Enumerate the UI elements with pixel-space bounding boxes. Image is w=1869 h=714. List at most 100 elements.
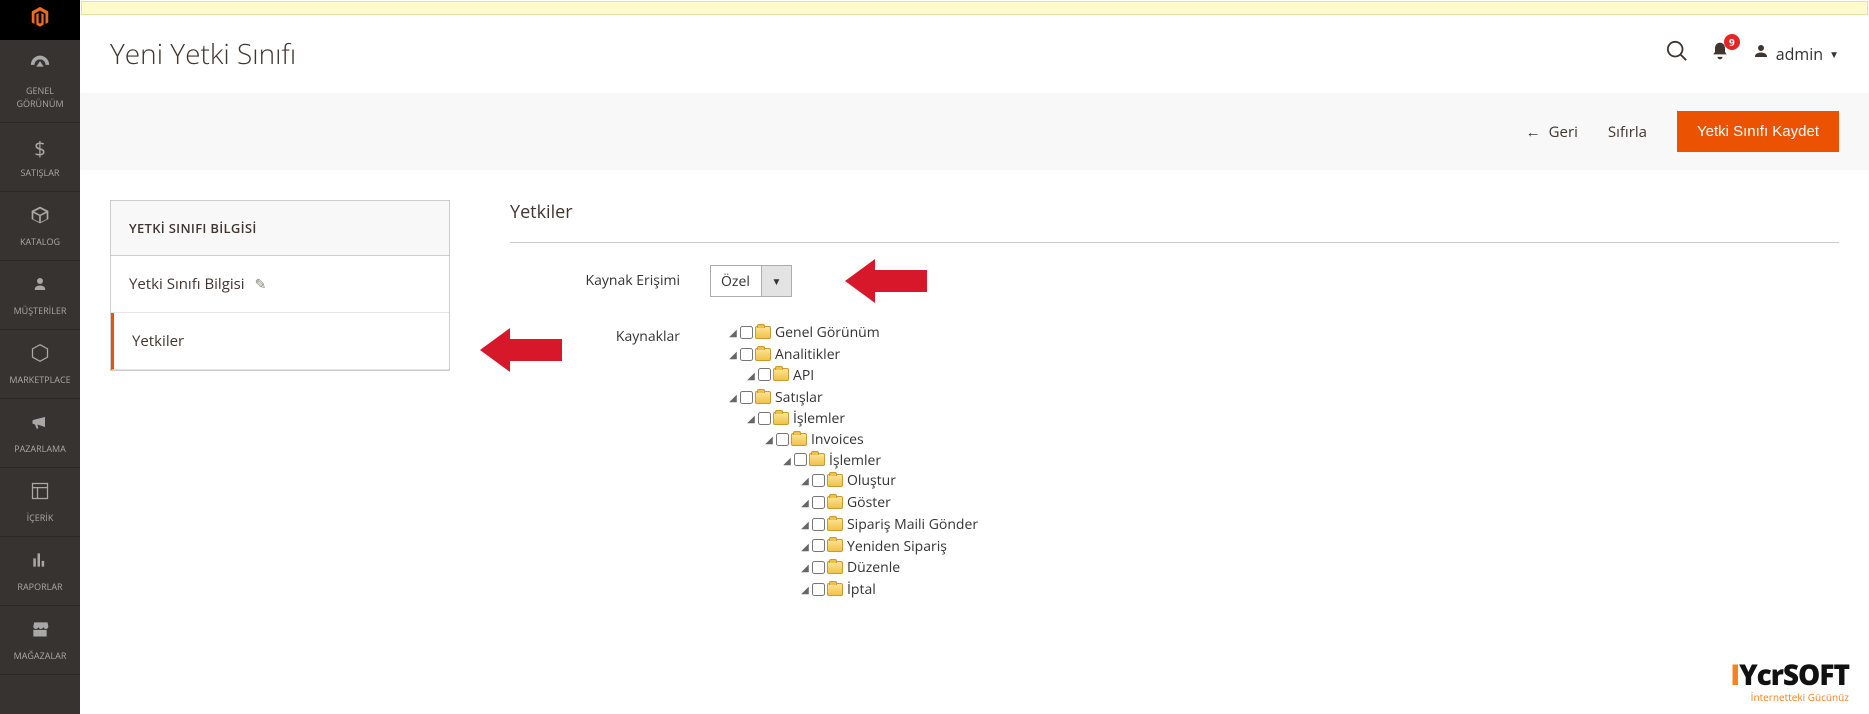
tree-checkbox[interactable] xyxy=(794,453,807,466)
tree-node[interactable]: ◢Oluştur xyxy=(800,469,1839,491)
nav-catalog[interactable]: KATALOG xyxy=(0,192,80,261)
tree-node[interactable]: ◢API xyxy=(746,364,1839,386)
tree-node[interactable]: ◢Sipariş Maili Gönder xyxy=(800,513,1839,535)
folder-icon xyxy=(827,583,843,596)
tree-node[interactable]: ◢Satışlar ◢İşlemler ◢Invoices ◢İşlemler xyxy=(728,386,1839,604)
magento-logo[interactable] xyxy=(0,0,80,40)
box-icon xyxy=(4,204,76,231)
tree-checkbox[interactable] xyxy=(758,412,771,425)
admin-sidebar: GENEL GÖRÜNÜM $ SATIŞLAR KATALOG MÜŞTERİ… xyxy=(0,0,80,714)
hexagon-icon xyxy=(4,342,76,369)
back-label: Geri xyxy=(1549,122,1578,142)
tree-node[interactable]: ◢İşlemler ◢Oluştur ◢Göster ◢Sipariş Mail… xyxy=(782,449,1839,601)
notification-badge: 9 xyxy=(1724,34,1740,50)
nav-label: MAĞAZALAR xyxy=(14,649,67,662)
tab-role-info[interactable]: Yetki Sınıfı Bilgisi ✎ xyxy=(111,256,449,313)
store-icon xyxy=(4,618,76,645)
page-action-bar: ← Geri Sıfırla Yetki Sınıfı Kaydet xyxy=(80,93,1869,170)
role-tabs-panel: YETKİ SINIFI BİLGİSİ Yetki Sınıfı Bilgis… xyxy=(110,200,450,371)
folder-icon xyxy=(827,474,843,487)
divider xyxy=(510,242,1839,243)
tree-node[interactable]: ◢Düzenle xyxy=(800,556,1839,578)
folder-icon xyxy=(773,368,789,381)
nav-reports[interactable]: RAPORLAR xyxy=(0,537,80,606)
folder-icon xyxy=(755,348,771,361)
tree-checkbox[interactable] xyxy=(812,496,825,509)
role-resources-form: Yetkiler Kaynak Erişimi Özel ▼ Kaynaklar xyxy=(510,200,1839,628)
nav-label: RAPORLAR xyxy=(17,580,62,593)
tree-node[interactable]: ◢Invoices ◢İşlemler ◢Oluştur ◢Göster xyxy=(764,428,1839,602)
tab-label: Yetki Sınıfı Bilgisi xyxy=(129,274,245,294)
tab-role-resources[interactable]: Yetkiler xyxy=(111,313,449,370)
chart-icon xyxy=(4,549,76,576)
tree-checkbox[interactable] xyxy=(758,368,771,381)
nav-label: PAZARLAMA xyxy=(14,442,66,455)
tree-checkbox[interactable] xyxy=(812,539,825,552)
resource-access-select[interactable]: Özel ▼ xyxy=(710,265,792,297)
select-value: Özel xyxy=(711,266,761,296)
nav-label: SATIŞLAR xyxy=(21,166,60,179)
folder-icon xyxy=(827,496,843,509)
megaphone-icon xyxy=(4,411,76,438)
nav-stores[interactable]: MAĞAZALAR xyxy=(0,606,80,675)
tree-node[interactable]: ◢Genel Görünüm xyxy=(728,321,1839,343)
tree-node[interactable]: ◢İptal xyxy=(800,578,1839,600)
magento-logo-icon xyxy=(29,6,51,34)
folder-icon xyxy=(755,391,771,404)
nav-label: KATALOG xyxy=(20,235,60,248)
tree-node[interactable]: ◢Yeniden Sipariş xyxy=(800,535,1839,557)
admin-username: admin xyxy=(1776,43,1823,65)
tree-checkbox[interactable] xyxy=(812,561,825,574)
vendor-logo: IYcrSOFT İnternetteki Gücünüz xyxy=(1730,656,1849,704)
nav-dashboard[interactable]: GENEL GÖRÜNÜM xyxy=(0,40,80,123)
user-icon xyxy=(1752,42,1770,66)
tree-checkbox[interactable] xyxy=(776,433,789,446)
tree-checkbox[interactable] xyxy=(812,518,825,531)
nav-sales[interactable]: $ SATIŞLAR xyxy=(0,123,80,192)
tree-checkbox[interactable] xyxy=(812,583,825,596)
nav-label: MARKETPLACE xyxy=(9,373,70,386)
nav-label: GENEL GÖRÜNÜM xyxy=(16,84,63,110)
tree-checkbox[interactable] xyxy=(812,474,825,487)
tree-node[interactable]: ◢İşlemler ◢Invoices ◢İşlemler ◢Oluştur xyxy=(746,407,1839,603)
save-button[interactable]: Yetki Sınıfı Kaydet xyxy=(1677,111,1839,152)
nav-marketing[interactable]: PAZARLAMA xyxy=(0,399,80,468)
nav-content[interactable]: İÇERİK xyxy=(0,468,80,537)
nav-label: MÜŞTERİLER xyxy=(14,304,67,317)
folder-icon xyxy=(809,453,825,466)
dollar-icon: $ xyxy=(4,135,76,162)
caret-down-icon: ▼ xyxy=(761,266,791,296)
tree-checkbox[interactable] xyxy=(740,326,753,339)
folder-icon xyxy=(791,433,807,446)
tree-node[interactable]: ◢Göster xyxy=(800,491,1839,513)
nav-label: İÇERİK xyxy=(27,511,54,524)
tree-node[interactable]: ◢Analitikler ◢API xyxy=(728,343,1839,387)
notifications-icon[interactable]: 9 xyxy=(1710,40,1730,68)
resource-access-label: Kaynak Erişimi xyxy=(510,265,710,290)
tabs-section-title: YETKİ SINIFI BİLGİSİ xyxy=(111,201,449,256)
folder-icon xyxy=(827,518,843,531)
page-title: Yeni Yetki Sınıfı xyxy=(110,35,296,73)
tab-label: Yetkiler xyxy=(132,331,184,351)
resources-label: Kaynaklar xyxy=(510,321,710,346)
admin-account-dropdown[interactable]: admin ▼ xyxy=(1752,42,1839,66)
reset-button[interactable]: Sıfırla xyxy=(1608,122,1647,142)
form-section-title: Yetkiler xyxy=(510,200,1839,224)
folder-icon xyxy=(827,539,843,552)
header-actions: 9 admin ▼ xyxy=(1666,40,1839,68)
tree-checkbox[interactable] xyxy=(740,391,753,404)
tree-checkbox[interactable] xyxy=(740,348,753,361)
folder-icon xyxy=(755,326,771,339)
layout-icon xyxy=(4,480,76,507)
back-button[interactable]: ← Geri xyxy=(1526,122,1578,142)
person-icon xyxy=(4,273,76,300)
folder-icon xyxy=(827,561,843,574)
nav-marketplace[interactable]: MARKETPLACE xyxy=(0,330,80,399)
gauge-icon xyxy=(4,52,76,80)
folder-icon xyxy=(773,412,789,425)
search-icon[interactable] xyxy=(1666,40,1688,68)
nav-customers[interactable]: MÜŞTERİLER xyxy=(0,261,80,330)
caret-down-icon: ▼ xyxy=(1829,47,1839,61)
pencil-icon: ✎ xyxy=(255,275,267,294)
system-notice-bar xyxy=(81,1,1868,15)
